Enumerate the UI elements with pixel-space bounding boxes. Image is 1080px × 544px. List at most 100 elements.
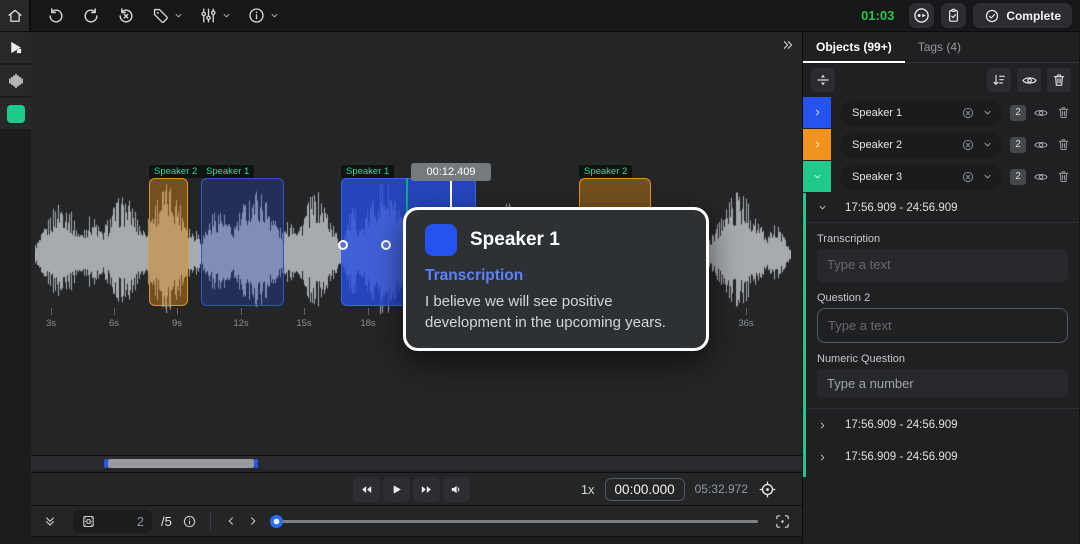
field-label: Numeric Question — [817, 353, 1068, 365]
chevron-down-icon — [817, 202, 828, 213]
focus-icon — [774, 513, 791, 530]
class-dropdown-button[interactable] — [982, 107, 993, 118]
distribute-button[interactable] — [811, 68, 835, 92]
toggle-visibility-button[interactable] — [1033, 169, 1049, 185]
object-name-pill[interactable]: Speaker 1 — [840, 100, 1002, 126]
clear-class-button[interactable] — [961, 138, 975, 152]
audio-annotation-tool-button[interactable] — [0, 65, 31, 96]
next-frame-button[interactable] — [246, 514, 260, 528]
field-label: Transcription — [817, 233, 1068, 245]
audio-segment[interactable]: Speaker 2 — [149, 178, 188, 306]
eye-icon — [1033, 169, 1049, 185]
sort-button[interactable] — [987, 68, 1011, 92]
instance-time-range: 17:56.909 - 24:56.909 — [845, 451, 958, 463]
segment-handle[interactable] — [338, 240, 348, 250]
double-chevron-right-icon — [780, 37, 796, 53]
delete-object-button[interactable] — [1056, 169, 1071, 184]
rewind-button[interactable] — [353, 477, 380, 502]
sort-descending-icon — [991, 72, 1007, 88]
object-name-pill[interactable]: Speaker 2 — [840, 132, 1002, 158]
chevron-down-icon — [173, 10, 184, 21]
play-button[interactable] — [383, 477, 410, 502]
record-button[interactable] — [909, 3, 934, 28]
work-timer: 01:03 — [861, 8, 894, 23]
previous-frame-button[interactable] — [224, 514, 238, 528]
collapse-bottom-button[interactable] — [42, 513, 58, 529]
clear-class-button[interactable] — [961, 170, 975, 184]
tool-sidebar — [0, 32, 31, 544]
current-time-field[interactable]: 00:00.000 — [605, 478, 685, 501]
align-center-icon — [815, 72, 831, 88]
filters-menu-button[interactable] — [199, 6, 232, 25]
clear-class-button[interactable] — [961, 106, 975, 120]
collapse-object-button[interactable] — [803, 161, 831, 192]
instance-count-badge: 2 — [1010, 105, 1026, 121]
active-class-swatch[interactable] — [0, 98, 31, 129]
horizontal-scrollbar[interactable] — [31, 455, 802, 469]
home-button[interactable] — [0, 0, 31, 31]
total-duration: 05:32.972 — [695, 482, 748, 496]
double-chevron-down-icon — [42, 513, 58, 529]
playback-speed[interactable]: 1x — [581, 482, 595, 497]
chevron-down-icon — [269, 10, 280, 21]
volume-button[interactable] — [443, 477, 470, 502]
instance-header[interactable]: 17:56.909 - 24:56.909 — [806, 193, 1079, 223]
playhead-timestamp[interactable]: 00:12.409 — [411, 163, 491, 181]
redo-button[interactable] — [81, 6, 101, 26]
complete-button[interactable]: Complete — [973, 3, 1072, 28]
delete-object-button[interactable] — [1056, 137, 1071, 152]
frame-number-field[interactable]: 2 — [73, 510, 152, 533]
toggle-visibility-button[interactable] — [1033, 137, 1049, 153]
segment-handle[interactable] — [381, 240, 391, 250]
speaker-color-swatch — [425, 224, 457, 256]
frame-slider[interactable] — [272, 520, 758, 523]
audio-segment[interactable]: Speaker 1 — [201, 178, 284, 306]
numeric-question-input[interactable] — [817, 369, 1068, 397]
instance-row[interactable]: 17:56.909 - 24:56.909 — [806, 409, 1079, 441]
reset-annotations-button[interactable] — [116, 6, 136, 26]
eye-icon — [1033, 105, 1049, 121]
instance-row[interactable]: 17:56.909 - 24:56.909 — [806, 441, 1079, 473]
pointer-icon — [7, 39, 24, 56]
segment-label: Speaker 1 — [341, 165, 394, 178]
info-menu-button[interactable] — [247, 6, 280, 25]
fast-forward-button[interactable] — [413, 477, 440, 502]
collapse-panel-button[interactable] — [780, 37, 796, 53]
delete-all-button[interactable] — [1047, 68, 1071, 92]
class-color-swatch — [7, 105, 25, 123]
object-name-pill[interactable]: Speaker 3 — [840, 164, 1002, 190]
class-dropdown-button[interactable] — [982, 139, 993, 150]
tooltip-title: Speaker 1 — [470, 229, 560, 251]
object-name: Speaker 3 — [852, 171, 961, 183]
tab-tags[interactable]: Tags (4) — [905, 32, 974, 62]
transcription-input[interactable] — [817, 249, 1068, 282]
check-circle-icon — [984, 8, 1000, 24]
select-tool-button[interactable] — [0, 32, 31, 63]
object-row: Speaker 2 2 — [803, 129, 1079, 160]
toggle-visibility-all-button[interactable] — [1017, 68, 1041, 92]
trash-icon — [1056, 137, 1071, 152]
delete-object-button[interactable] — [1056, 105, 1071, 120]
segment-label: Speaker 2 — [579, 165, 632, 178]
tab-objects[interactable]: Objects (99+) — [803, 32, 905, 62]
frame-slider-knob[interactable] — [270, 515, 283, 528]
toggle-visibility-button[interactable] — [1033, 105, 1049, 121]
undo-button[interactable] — [46, 6, 66, 26]
segment-label: Speaker 1 — [201, 165, 254, 178]
expand-object-button[interactable] — [803, 97, 831, 128]
scrollbar-thumb[interactable] — [108, 459, 254, 468]
frame-info-button[interactable] — [182, 514, 197, 529]
tasks-button[interactable] — [941, 3, 966, 28]
playhead-settings-button[interactable] — [758, 480, 777, 499]
info-icon — [182, 514, 197, 529]
waveform-icon — [7, 72, 25, 90]
expand-object-button[interactable] — [803, 129, 831, 160]
x-circle-icon — [961, 170, 975, 184]
playback-controls: 1x 00:00.000 05:32.972 — [31, 473, 802, 506]
chevron-right-icon — [817, 452, 828, 463]
class-dropdown-button[interactable] — [982, 171, 993, 182]
chevron-down-icon — [982, 171, 993, 182]
fit-view-button[interactable] — [774, 513, 791, 530]
tag-menu-button[interactable] — [151, 6, 184, 25]
question-2-input[interactable] — [817, 308, 1068, 343]
